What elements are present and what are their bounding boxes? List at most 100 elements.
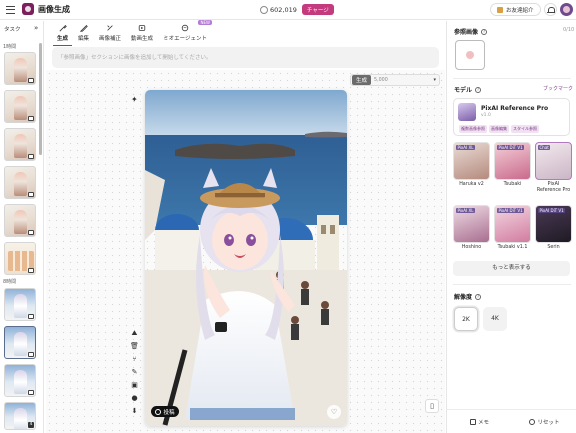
tab-edit[interactable]: 編集 [73,22,94,46]
generated-image-art [145,90,347,426]
edit-icon[interactable]: ✎ [130,367,139,377]
model-option-label: Serin [547,245,560,250]
post-button[interactable]: 投稿 [151,406,179,417]
pen-icon [79,25,88,32]
resolution-4k-button[interactable]: 4K [483,307,507,331]
model-option-label: Hoshino [461,245,482,250]
model-option-label: Tsubaki [503,182,522,187]
history-thumbnail[interactable] [4,242,36,275]
memo-label: メモ [477,419,489,426]
model-option[interactable]: PixAI DiT V1 Tsubaki v1.1 [494,205,531,251]
panel-footer: メモ リセット [447,409,576,433]
generate-bar: 生成 5,000 ▾ [350,74,440,86]
globe-icon [155,408,162,415]
new-badge: NEW [198,20,212,25]
model-tag: 画像編集 [489,125,509,133]
coin-icon [260,5,268,14]
charge-button[interactable]: チャージ [301,4,334,15]
generate-button[interactable]: 生成 [352,75,372,85]
prompt-input[interactable]: 「参照画像」セクションに画像を追加して開始してください。 [52,47,439,68]
tab-video[interactable]: 動画生成 [126,22,158,46]
bookmark-link[interactable]: ブックマーク [543,85,573,92]
selected-model-card[interactable]: PixAI Reference Pro v1.0 複数画像参照 画像編集 スタイ… [453,98,570,136]
generated-image[interactable] [145,90,347,426]
tool-tabs: 生成 編集 画像補正 動画生成 ミオエージェント NEW [52,20,212,46]
model-title-label: モデル [454,87,473,94]
image-badge-icon [28,116,34,121]
image-badge-icon [28,154,34,159]
model-name: PixAI Reference Pro [481,105,549,112]
history-thumbnail[interactable] [4,90,36,123]
avatar[interactable] [560,3,573,16]
image-add-icon[interactable]: ▣ [130,380,139,390]
tab-enhance-label: 画像補正 [99,36,122,42]
tab-agent-label: ミオエージェント [163,36,207,42]
image-count-badge: 4 [28,422,34,428]
model-title: モデル ? [454,85,482,94]
image-badge-icon [28,192,34,197]
generate-label: 生成 [356,78,368,84]
help-icon[interactable]: ? [475,86,482,93]
resolution-options: 2K 4K [454,307,507,331]
tab-enhance[interactable]: 画像補正 [94,22,126,46]
invite-friend-button[interactable]: お友達紹介 [490,3,541,16]
history-thumbnail-selected[interactable] [4,326,36,359]
sparkle-icon[interactable]: ✦ [131,95,138,104]
app-logo [22,3,34,15]
task-tab-label[interactable]: タスク [4,25,21,33]
image-badge-icon [28,390,34,395]
history-thumbnail[interactable] [4,52,36,85]
bell-icon[interactable] [544,3,557,16]
history-thumbnail[interactable] [4,288,36,321]
reset-button[interactable]: リセット [512,410,576,433]
memo-icon [469,418,476,425]
sidebar-scrollbar[interactable] [39,43,42,155]
comment-icon[interactable]: ● [130,393,139,403]
model-option[interactable]: PixAI XL Hoshino [453,205,490,251]
magic-icon [107,25,113,31]
image-badge-icon [28,352,34,357]
expand-sidebar-button[interactable]: » [34,24,38,32]
model-option[interactable]: PixAI DiT V1 Serin [535,205,572,251]
history-thumbnail[interactable]: 4 [4,402,36,430]
model-option[interactable]: PixAI DiT V1 Tsubaki [494,142,531,188]
model-option[interactable]: PixAI XL Haruka v2 [453,142,490,188]
history-thumbnail[interactable] [4,166,36,199]
chevron-down-icon[interactable]: ▾ [433,77,436,83]
history-thumbnail[interactable] [4,204,36,237]
tab-edit-label: 編集 [78,36,90,42]
heart-icon[interactable]: ♡ [327,405,341,419]
image-badge-icon [28,314,34,319]
model-tags: 複数画像参照 画像編集 スタイル参照 [459,125,539,133]
hamburger-icon[interactable] [6,6,15,14]
credit-balance: 602,019 [270,5,297,14]
help-icon[interactable]: ? [475,293,482,300]
upscale-icon[interactable]: ⛰ [130,328,139,338]
model-option-label: PixAI Reference Pro [536,182,571,193]
add-reference-image-slot[interactable] [455,40,485,70]
trash-icon[interactable]: ▯ [425,399,439,413]
trash-icon[interactable]: 🗑 [130,341,139,351]
invite-friend-label: お友達紹介 [506,7,534,14]
tab-agent[interactable]: ミオエージェント NEW [158,20,212,46]
generate-cost: 5,000 [374,77,388,83]
tab-generate-label: 生成 [57,36,69,42]
top-bar: 画像生成 602,019 チャージ お友達紹介 [0,0,576,20]
resolution-2k-button[interactable]: 2K [454,307,478,331]
show-more-button[interactable]: もっと表示する [453,261,570,276]
model-option-selected[interactable]: Chat PixAI Reference Pro [535,142,572,193]
download-icon[interactable]: ⬇ [130,406,139,416]
group-label-8h: 8時間 [3,279,17,285]
post-label: 投稿 [163,409,175,416]
tab-generate[interactable]: 生成 [52,22,73,46]
history-thumbnail[interactable] [4,128,36,161]
memo-button[interactable]: メモ [447,410,512,433]
help-icon[interactable]: ? [481,28,488,35]
variation-icon[interactable]: ⑂ [130,354,139,364]
divider [453,78,571,79]
ref-image-title-label: 参照画像 [454,29,479,36]
task-sidebar: タスク » 1時間 8時間 4 [0,21,44,433]
history-thumbnail[interactable] [4,364,36,397]
model-tag: 複数画像参照 [459,125,487,133]
video-icon [138,25,146,31]
